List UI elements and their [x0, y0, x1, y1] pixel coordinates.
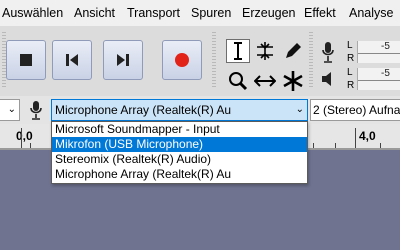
menu-ansicht[interactable]: Ansicht [74, 4, 115, 22]
dropdown-option[interactable]: Microphone Array (Realtek(R) Au [52, 167, 307, 182]
ruler-label-start: 0,0 [16, 129, 33, 143]
skip-to-start-button[interactable] [52, 40, 92, 80]
recording-device-value: Microphone Array (Realtek(R) Au [55, 103, 232, 117]
play-meter-r: R [347, 80, 355, 91]
tools-grip[interactable] [212, 32, 216, 88]
toolbar: L R -5 L R -5 [0, 26, 400, 97]
pencil-icon [286, 43, 301, 58]
host-combo[interactable]: ⌄ [0, 99, 20, 121]
recording-device-dropdown: Microsoft Soundmapper - Input Mikrofon (… [51, 121, 308, 184]
menu-bar: Auswählen Ansicht Transport Spuren Erzeu… [0, 0, 400, 26]
double-arrow-icon [254, 75, 276, 87]
stop-button[interactable] [6, 40, 46, 80]
skip-to-end-icon [117, 54, 129, 66]
menu-erzeugen[interactable]: Erzeugen [242, 4, 296, 22]
dropdown-option[interactable]: Stereomix (Realtek(R) Audio) [52, 152, 307, 167]
menu-transport[interactable]: Transport [127, 4, 180, 22]
ruler-label-end: 4,0 [359, 129, 376, 143]
dropdown-option[interactable]: Microsoft Soundmapper - Input [52, 122, 307, 137]
menu-auswaehlen[interactable]: Auswählen [2, 4, 63, 22]
draw-tool[interactable] [281, 39, 305, 63]
menu-effekt[interactable]: Effekt [304, 4, 336, 22]
ruler-tick [355, 128, 356, 150]
envelope-tool[interactable] [253, 39, 277, 63]
recording-device-select[interactable]: Microphone Array (Realtek(R) Au ⌄ [51, 99, 308, 121]
menu-analyse[interactable]: Analyse [349, 4, 393, 22]
recording-meter[interactable]: -5 [357, 41, 400, 63]
rec-meter-l: L [347, 40, 353, 51]
speaker-icon[interactable] [321, 70, 337, 91]
envelope-icon [257, 42, 273, 60]
time-shift-tool[interactable] [253, 69, 277, 93]
menu-spuren[interactable]: Spuren [191, 4, 231, 22]
chevron-down-icon: ⌄ [7, 104, 16, 115]
selection-tool[interactable] [226, 39, 250, 63]
stop-icon [20, 54, 32, 66]
microphone-icon[interactable] [321, 41, 335, 66]
play-meter-scale: -5 [381, 68, 390, 79]
skip-to-end-button[interactable] [103, 40, 143, 80]
playback-meter[interactable]: -5 [357, 68, 400, 90]
asterisk-icon [283, 71, 303, 91]
magnifier-icon [229, 72, 248, 91]
dropdown-option-selected[interactable]: Mikrofon (USB Microphone) [52, 137, 307, 152]
skip-to-start-icon [66, 54, 78, 66]
rec-meter-scale: -5 [381, 41, 390, 52]
microphone-icon [29, 100, 43, 123]
chevron-down-icon: ⌄ [292, 100, 304, 120]
play-meter-l: L [347, 67, 353, 78]
rec-meter-r: R [347, 53, 355, 64]
i-beam-icon [234, 42, 242, 60]
zoom-tool[interactable] [226, 69, 250, 93]
record-button[interactable] [162, 40, 202, 80]
record-icon [175, 53, 189, 67]
multi-tool[interactable] [281, 69, 305, 93]
meter-grip[interactable] [309, 32, 313, 88]
ruler-tick [21, 128, 22, 150]
recording-channels-select[interactable]: 2 (Stereo) Aufnal [310, 99, 400, 121]
recording-channels-value: 2 (Stereo) Aufnal [313, 103, 400, 117]
